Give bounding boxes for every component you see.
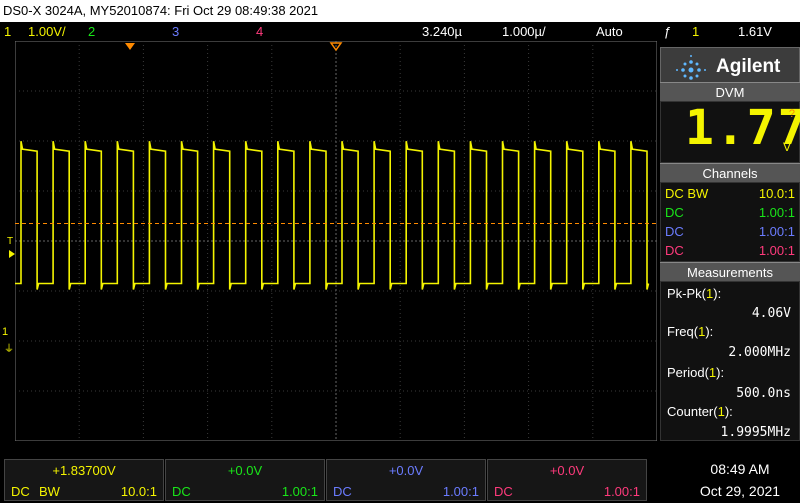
ch4-info-box[interactable]: +0.0V DC 1.00:1 bbox=[487, 459, 647, 501]
ch1-ground-marker: 1 bbox=[2, 326, 9, 338]
clock-time: 08:49 AM bbox=[710, 461, 770, 477]
dvm-panel[interactable]: 1.77 V ? bbox=[660, 100, 800, 163]
ch1-label[interactable]: 1 bbox=[4, 22, 11, 41]
channel-row-2[interactable]: DC 1.00:1 bbox=[665, 203, 795, 222]
ch2-probe: 1.00:1 bbox=[281, 484, 318, 499]
dvm-flag: ? bbox=[788, 108, 795, 120]
meas-label-period: Period(1): bbox=[667, 365, 725, 380]
meas-label-pkpk: Pk-Pk(1): bbox=[667, 286, 722, 301]
ch3-probe: 1.00:1 bbox=[442, 484, 479, 499]
top-status-bar: 1 1.00V/ 2 3 4 3.240µ 1.000µ/ Auto ƒ 1 1… bbox=[0, 22, 800, 41]
channels-header: Channels bbox=[660, 163, 800, 182]
ground-icon: ⏚ bbox=[4, 344, 14, 355]
waveform-display[interactable] bbox=[15, 41, 657, 441]
channel-row-3[interactable]: DC 1.00:1 bbox=[665, 222, 795, 241]
clock-date: Oct 29, 2021 bbox=[699, 483, 781, 499]
channel-coupling: DC bbox=[665, 243, 684, 258]
meas-value-counter: 1.9995MHz bbox=[720, 425, 791, 440]
meas-value-pkpk: 4.06V bbox=[751, 306, 791, 321]
side-panel: Agilent DVM 1.77 V ? Channels DC BW 10.0… bbox=[660, 41, 800, 441]
ch3-label[interactable]: 3 bbox=[172, 22, 179, 41]
bottom-channel-bar: +1.83700V DC BW 10.0:1 +0.0V DC 1.00:1 +… bbox=[0, 455, 800, 503]
timebase-readout[interactable]: 1.000µ/ bbox=[502, 22, 546, 41]
channel-probe: 10.0:1 bbox=[758, 186, 795, 201]
ch3-info-box[interactable]: +0.0V DC 1.00:1 bbox=[326, 459, 486, 501]
channel-row-1[interactable]: DC BW 10.0:1 bbox=[665, 184, 795, 203]
channel-coupling: DC bbox=[665, 224, 684, 239]
trigger-source[interactable]: 1 bbox=[692, 22, 699, 41]
ch3-offset: +0.0V bbox=[388, 463, 424, 478]
channel-probe: 1.00:1 bbox=[758, 243, 795, 258]
ch4-probe: 1.00:1 bbox=[603, 484, 640, 499]
window-title: DS0-X 3024A, MY52010874: Fri Oct 29 08:4… bbox=[0, 0, 800, 22]
ch2-info-box[interactable]: +0.0V DC 1.00:1 bbox=[165, 459, 325, 501]
ch4-coupling: DC bbox=[494, 484, 513, 499]
meas-value-freq: 2.000MHz bbox=[728, 345, 791, 360]
ch4-label[interactable]: 4 bbox=[256, 22, 263, 41]
measurements-header: Measurements bbox=[660, 262, 800, 281]
channels-panel[interactable]: DC BW 10.0:1 DC 1.00:1 DC 1.00:1 DC 1.00… bbox=[660, 182, 800, 262]
ch1-scale[interactable]: 1.00V/ bbox=[28, 22, 66, 41]
meas-label-freq: Freq(1): bbox=[667, 324, 714, 339]
channel-coupling: DC bbox=[665, 205, 684, 220]
measurements-panel[interactable]: Pk-Pk(1): 4.06V Freq(1): 2.000MHz Period… bbox=[660, 281, 800, 441]
ch4-offset: +0.0V bbox=[549, 463, 585, 478]
channel-probe: 1.00:1 bbox=[758, 224, 795, 239]
ch1-bw-limit: BW bbox=[39, 484, 60, 499]
trigger-marker: T bbox=[7, 236, 14, 247]
meas-label-counter: Counter(1): bbox=[667, 404, 733, 419]
channel-probe: 1.00:1 bbox=[758, 205, 795, 220]
delay-readout[interactable]: 3.240µ bbox=[422, 22, 462, 41]
ch1-coupling: DC bbox=[11, 484, 30, 499]
ch1-offset: +1.83700V bbox=[52, 463, 116, 478]
waveform-svg bbox=[15, 41, 657, 441]
trigger-edge-icon: ƒ bbox=[664, 24, 672, 39]
meas-value-period: 500.0ns bbox=[736, 386, 791, 401]
ch3-coupling: DC bbox=[333, 484, 352, 499]
ch2-coupling: DC bbox=[172, 484, 191, 499]
channel-coupling: DC BW bbox=[665, 186, 709, 201]
channel-row-4[interactable]: DC 1.00:1 bbox=[665, 241, 795, 260]
ch1-info-box[interactable]: +1.83700V DC BW 10.0:1 bbox=[4, 459, 164, 501]
dvm-header: DVM bbox=[660, 82, 800, 101]
brand-name: Agilent bbox=[716, 56, 781, 77]
ch2-offset: +0.0V bbox=[227, 463, 263, 478]
ch1-probe: 10.0:1 bbox=[120, 484, 157, 499]
dvm-unit: V bbox=[782, 140, 791, 154]
ch2-label[interactable]: 2 bbox=[88, 22, 95, 41]
trigger-level[interactable]: 1.61V bbox=[738, 22, 772, 41]
trigger-mode[interactable]: Auto bbox=[596, 22, 623, 41]
